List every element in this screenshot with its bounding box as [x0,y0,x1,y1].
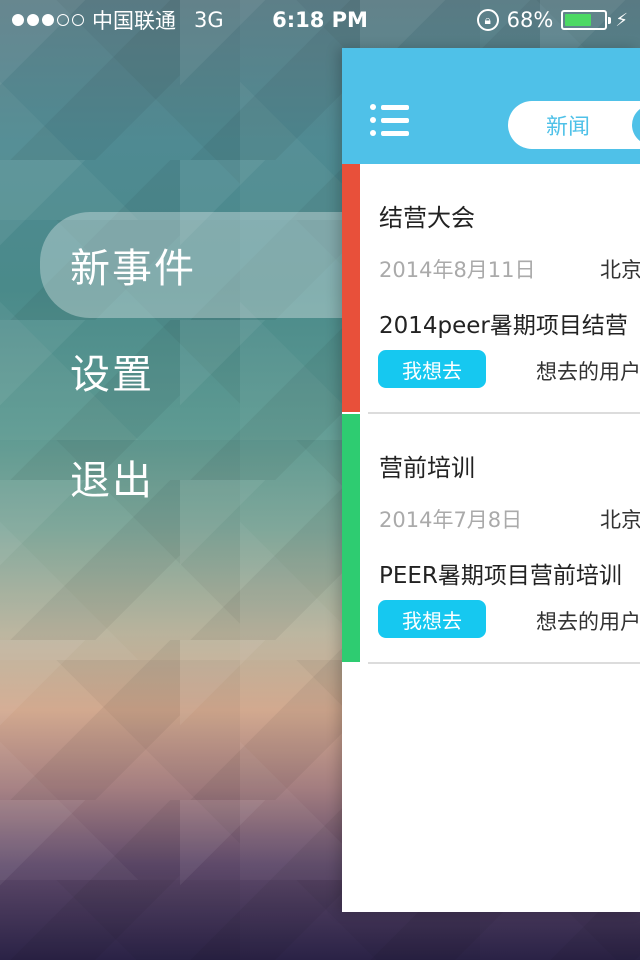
menu-item-settings[interactable]: 设置 [40,318,360,424]
segment-control: 新闻 [508,101,640,149]
battery-percent: 68% [506,8,554,32]
event-card[interactable]: 营前培训 2014年7月8日 北京 PEER暑期项目营前培训 我想去 想去的用户 [342,414,640,664]
event-description: PEER暑期项目营前培训 [379,563,622,589]
interested-users-label: 想去的用户 [536,610,640,634]
menu-item-new-event[interactable]: 新事件 [40,212,360,318]
divider [368,662,640,664]
tab-news[interactable]: 新闻 [508,109,628,141]
menu-item-label: 设置 [70,352,154,398]
want-to-go-button[interactable]: 我想去 [378,600,486,638]
event-color-stripe [342,414,360,662]
event-color-stripe [342,164,360,412]
event-card[interactable]: 结营大会 2014年8月11日 北京 2014peer暑期项目结营 我想去 想去… [342,164,640,414]
network-type: 3G [194,8,224,32]
tab-active-indicator[interactable] [632,105,640,145]
rotation-lock-icon: 🔒︎ [476,9,499,31]
event-date: 2014年8月11日 [379,258,536,282]
status-bar: 中国联通 3G 6:18 PM 🔒︎ 68% ⚡︎ [0,0,640,40]
event-location: 北京 [600,258,640,282]
menu-item-label: 新事件 [70,246,196,292]
signal-strength-icon [12,14,84,26]
interested-users-label: 想去的用户 [536,360,640,384]
battery-icon [561,10,612,30]
content-panel: 新闻 结营大会 2014年8月11日 北京 2014peer暑期项目结营 我想去… [342,48,640,912]
menu-icon[interactable] [370,104,410,138]
event-date: 2014年7月8日 [379,508,523,532]
event-location: 北京 [600,508,640,532]
event-title: 营前培训 [379,454,475,482]
menu-item-label: 退出 [70,458,154,504]
carrier-name: 中国联通 [92,9,176,33]
menu-item-logout[interactable]: 退出 [40,424,360,530]
event-description: 2014peer暑期项目结营 [379,313,628,339]
side-menu: 新事件 设置 退出 [40,212,360,530]
want-to-go-button[interactable]: 我想去 [378,350,486,388]
panel-header: 新闻 [342,48,640,164]
charging-icon: ⚡︎ [615,9,628,31]
event-title: 结营大会 [379,204,475,232]
